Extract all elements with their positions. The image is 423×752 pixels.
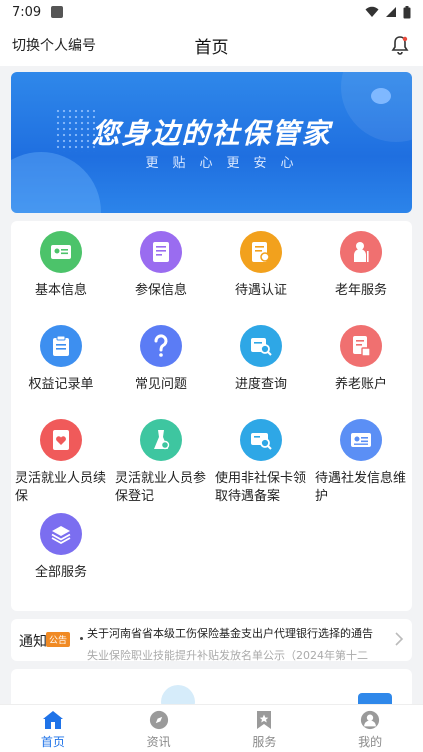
question-icon <box>140 325 182 367</box>
service-insurance-info[interactable]: 参保信息 <box>111 231 211 300</box>
service-flexible-register[interactable]: 灵活就业人员参保登记 <box>111 419 211 506</box>
user-icon <box>361 710 380 730</box>
app-header: 切换个人编号 首页 <box>0 24 423 66</box>
id-card-icon <box>40 231 82 273</box>
service-label: 全部服务 <box>34 565 87 580</box>
heart-doc-icon <box>40 419 82 461</box>
certify-icon <box>240 231 282 273</box>
banner-subline: 更贴心更安心 <box>145 156 308 171</box>
info-card-icon <box>340 419 382 461</box>
layers-icon <box>40 513 82 555</box>
notice-title: 通知 <box>19 634 47 650</box>
notice-bullet <box>80 637 83 640</box>
switch-id-button[interactable]: 切换个人编号 <box>12 35 96 55</box>
service-faq[interactable]: 常见问题 <box>111 325 211 394</box>
service-progress[interactable]: 进度查询 <box>211 325 311 394</box>
tab-label: 首页 <box>40 735 65 749</box>
service-flexible-renewal[interactable]: 灵活就业人员续保 <box>11 419 111 506</box>
wifi-icon <box>365 6 379 17</box>
service-label: 使用非社保卡领取待遇备案 <box>215 471 307 504</box>
service-basic-info[interactable]: 基本信息 <box>11 231 111 300</box>
tab-home[interactable]: 首页 <box>0 705 106 752</box>
tab-label: 资讯 <box>146 735 171 749</box>
service-grid: 基本信息 参保信息 待遇认证 老年服务 权益记录单 常见问题 进度查询 养老账户… <box>11 221 412 611</box>
chevron-right-icon[interactable] <box>394 631 404 651</box>
notice-item[interactable]: 关于河南省省本级工伤保险基金支出户代理银行选择的通告 <box>87 625 373 641</box>
card-search-icon <box>240 419 282 461</box>
status-time: 7:09 <box>12 4 42 20</box>
tab-label: 服务 <box>252 735 277 749</box>
service-label: 灵活就业人员续保 <box>15 471 107 504</box>
service-label: 参保信息 <box>134 283 187 298</box>
elderly-icon <box>340 231 382 273</box>
notice-bar[interactable]: 通知 公告 关于河南省省本级工伤保险基金支出户代理银行选择的通告 失业保险职业技… <box>11 619 412 661</box>
service-label: 常见问题 <box>134 377 187 392</box>
progress-search-icon <box>240 325 282 367</box>
service-label: 灵活就业人员参保登记 <box>115 471 207 504</box>
promo-banner[interactable]: 您身边的社保管家 更贴心更安心 <box>11 72 412 213</box>
tab-label: 我的 <box>358 735 383 749</box>
service-certification[interactable]: 待遇认证 <box>211 231 311 300</box>
banner-headline: 您身边的社保管家 <box>91 117 332 150</box>
service-label: 待遇社发信息维护 <box>315 471 407 504</box>
service-label: 老年服务 <box>334 283 387 298</box>
flask-icon <box>140 419 182 461</box>
service-label: 待遇认证 <box>234 283 287 298</box>
service-elderly[interactable]: 老年服务 <box>311 231 411 300</box>
notice-tag: 公告 <box>46 632 71 647</box>
notice-item[interactable]: 失业保险职业技能提升补贴发放名单公示（2024年第十二 <box>87 647 368 661</box>
bookmark-icon <box>257 711 272 729</box>
service-non-card-filing[interactable]: 使用非社保卡领取待遇备案 <box>211 419 311 506</box>
tab-news[interactable]: 资讯 <box>106 705 212 752</box>
battery-icon <box>403 5 411 18</box>
service-label: 养老账户 <box>334 377 387 392</box>
tab-mine[interactable]: 我的 <box>317 705 423 752</box>
service-rights-record[interactable]: 权益记录单 <box>11 325 111 394</box>
service-label: 权益记录单 <box>28 377 94 392</box>
clipboard-icon <box>40 325 82 367</box>
tab-services[interactable]: 服务 <box>212 705 318 752</box>
service-pension-account[interactable]: 养老账户 <box>311 325 411 394</box>
banner-decoration <box>371 88 391 104</box>
service-label: 进度查询 <box>234 377 287 392</box>
service-info-maintenance[interactable]: 待遇社发信息维护 <box>311 419 411 506</box>
pension-account-icon <box>340 325 382 367</box>
bell-icon[interactable] <box>391 35 409 59</box>
service-all[interactable]: 全部服务 <box>11 513 111 582</box>
document-insure-icon <box>140 231 182 273</box>
signal-icon <box>386 7 396 17</box>
home-icon <box>42 711 63 729</box>
news-card-peek <box>11 669 412 709</box>
service-label: 基本信息 <box>34 283 87 298</box>
status-icons <box>365 5 411 19</box>
notification-icon <box>51 6 64 18</box>
status-bar: 7:09 <box>0 0 423 24</box>
compass-icon <box>149 710 168 730</box>
bottom-tab-bar: 首页 资讯 服务 我的 <box>0 704 423 752</box>
